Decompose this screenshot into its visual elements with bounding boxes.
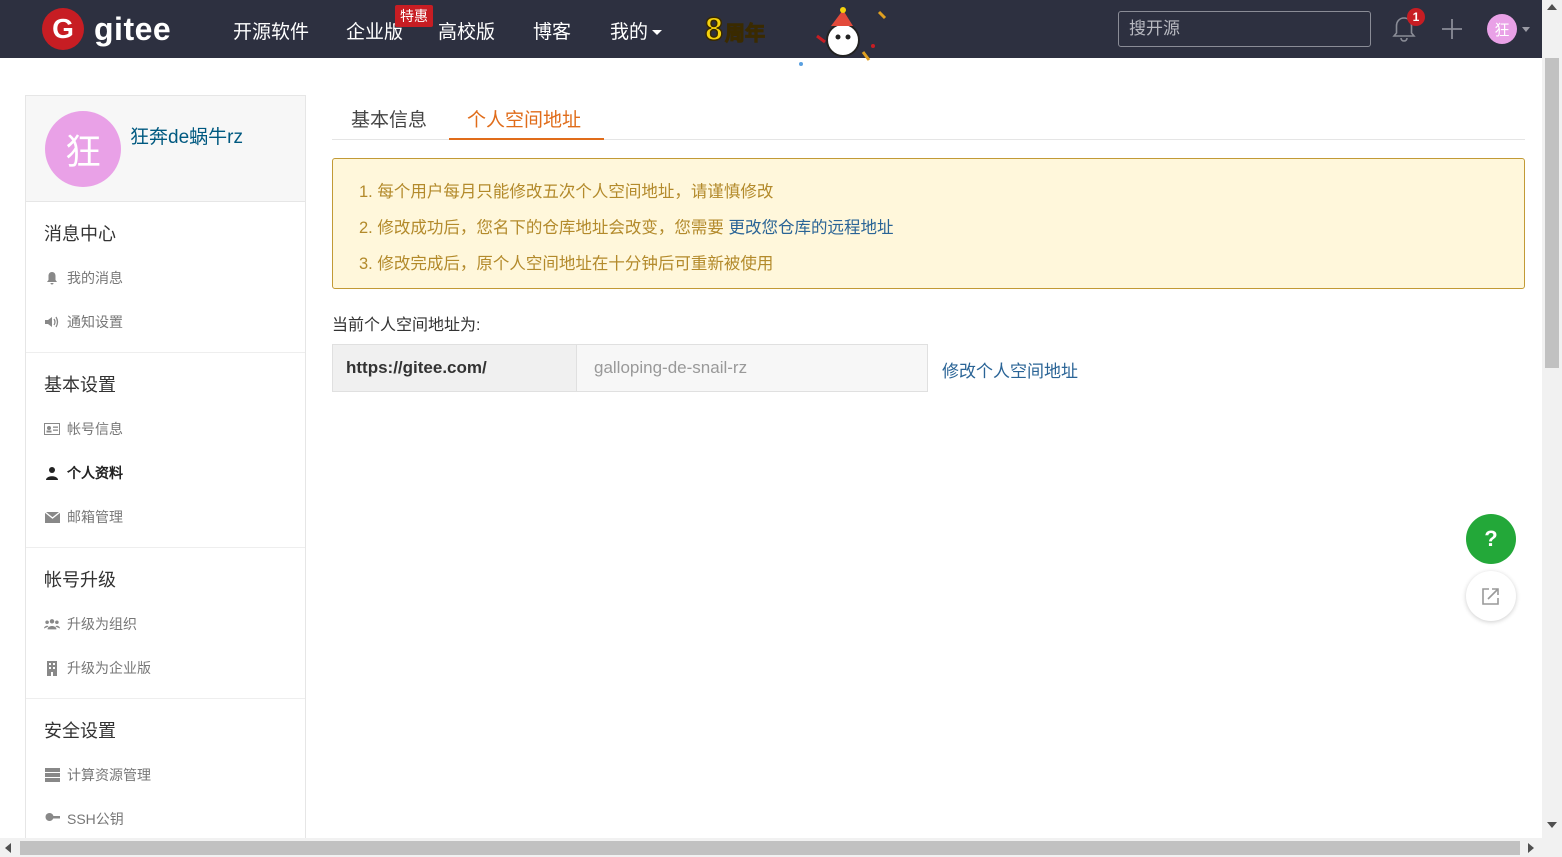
sidebar-item-account-info[interactable]: 帐号信息: [26, 407, 305, 451]
volume-icon: [44, 315, 60, 329]
gitee-logo[interactable]: G gitee: [42, 8, 171, 50]
sidebar-item-compute-resources[interactable]: 计算资源管理: [26, 753, 305, 797]
tab-space-address[interactable]: 个人空间地址: [467, 105, 581, 132]
group-messages: 消息中心 我的消息 通知设置: [26, 202, 305, 353]
group-title: 基本设置: [44, 375, 116, 395]
horizontal-scrollbar-thumb[interactable]: [20, 841, 1520, 855]
scroll-left-arrow-icon[interactable]: [5, 843, 11, 853]
sidebar-item-label: 计算资源管理: [67, 767, 151, 783]
sidebar-item-label: 我的消息: [67, 270, 123, 286]
search-input[interactable]: [1118, 11, 1371, 47]
current-address-label: 当前个人空间地址为:: [332, 317, 481, 334]
key-icon: [44, 812, 60, 826]
avatar[interactable]: 狂: [45, 111, 121, 187]
group-basic: 基本设置 帐号信息 个人资料 邮箱管理: [26, 353, 305, 548]
envelope-icon: [44, 510, 60, 524]
group-upgrade: 帐号升级 升级为组织 升级为企业版: [26, 548, 305, 699]
id-card-icon: [44, 422, 60, 436]
user-avatar[interactable]: 狂: [1487, 14, 1517, 44]
sidebar-item-ssh-keys[interactable]: SSH公钥: [26, 797, 305, 838]
settings-tabs: 基本信息 个人空间地址: [332, 96, 1525, 140]
user-icon: [44, 466, 60, 480]
chevron-down-icon: [652, 30, 663, 36]
warning-notice: 1. 每个用户每月只能修改五次个人空间地址，请谨慎修改 2. 修改成功后，您名下…: [332, 158, 1525, 289]
active-tab-indicator: [449, 138, 604, 140]
notice-line-2: 2. 修改成功后，您名下的仓库地址会改变，您需要 更改您仓库的远程地址: [359, 214, 1524, 250]
scroll-down-arrow-icon[interactable]: [1547, 822, 1557, 828]
logo-text: gitee: [94, 10, 172, 47]
top-navbar: G gitee 开源软件 企业版 特惠 高校版 博客 我的 8 周年 1 狂: [0, 0, 1542, 66]
nav-blog[interactable]: 博客: [533, 17, 571, 44]
notice-line-1: 1. 每个用户每月只能修改五次个人空间地址，请谨慎修改: [359, 183, 774, 201]
plus-icon[interactable]: [1440, 17, 1464, 41]
notice-line-2-text: 2. 修改成功后，您名下的仓库地址会改变，您需要: [359, 219, 729, 237]
sidebar-item-label: 升级为组织: [67, 616, 137, 632]
group-security: 安全设置 计算资源管理 SSH公钥: [26, 699, 305, 838]
group-title: 安全设置: [44, 721, 116, 741]
scroll-right-arrow-icon[interactable]: [1528, 843, 1534, 853]
users-icon: [44, 617, 60, 631]
nav-open-source[interactable]: 开源软件: [233, 17, 309, 44]
share-icon: [1482, 588, 1499, 605]
profile-card: 狂 狂奔de蜗牛rz: [26, 96, 305, 202]
server-icon: [44, 768, 60, 782]
sidebar-item-upgrade-enterprise[interactable]: 升级为企业版: [26, 646, 305, 690]
logo-icon: G: [42, 8, 84, 50]
nav-mine[interactable]: 我的: [610, 17, 663, 44]
nav-mine-label: 我的: [610, 22, 649, 43]
hot-badge: 特惠: [395, 5, 433, 27]
group-title: 消息中心: [44, 224, 116, 244]
change-remote-link[interactable]: 更改您仓库的远程地址: [728, 219, 893, 237]
svg-text:周年: 周年: [725, 21, 765, 45]
chevron-down-icon[interactable]: [1522, 27, 1530, 32]
sidebar-item-upgrade-org[interactable]: 升级为组织: [26, 602, 305, 646]
sidebar-item-label: 个人资料: [67, 465, 123, 481]
notification-badge: 1: [1407, 8, 1425, 26]
address-input: galloping-de-snail-rz: [576, 345, 927, 391]
address-field: https://gitee.com/ galloping-de-snail-rz: [332, 344, 928, 392]
help-button[interactable]: ?: [1466, 514, 1516, 564]
anniversary-banner-icon[interactable]: 8 周年: [705, 6, 895, 66]
group-title: 帐号升级: [44, 570, 116, 590]
tab-basic-info[interactable]: 基本信息: [351, 105, 427, 132]
nav-education[interactable]: 高校版: [438, 17, 495, 44]
sidebar-item-label: 升级为企业版: [67, 660, 151, 676]
username-link[interactable]: 狂奔de蜗牛rz: [130, 122, 243, 149]
sidebar-item-email[interactable]: 邮箱管理: [26, 495, 305, 539]
building-icon: [44, 660, 60, 676]
sidebar-item-label: 邮箱管理: [67, 509, 123, 525]
sidebar-item-profile[interactable]: 个人资料: [26, 451, 305, 495]
scroll-up-arrow-icon[interactable]: [1547, 4, 1557, 10]
sidebar-item-label: 帐号信息: [67, 421, 123, 437]
address-prefix: https://gitee.com/: [333, 345, 576, 391]
vertical-scrollbar-thumb[interactable]: [1545, 58, 1559, 368]
sidebar-item-my-messages[interactable]: 我的消息: [26, 256, 305, 300]
bell-icon: [44, 271, 60, 285]
edit-address-link[interactable]: 修改个人空间地址: [942, 357, 1078, 382]
svg-text:8: 8: [705, 11, 723, 47]
share-button[interactable]: [1466, 571, 1516, 621]
sidebar-item-label: 通知设置: [67, 314, 123, 330]
settings-sidebar: 狂 狂奔de蜗牛rz 消息中心 我的消息 通知设置 基本设置 帐号信息 个人资料…: [25, 95, 306, 838]
sidebar-item-label: SSH公钥: [67, 811, 124, 827]
notice-line-3: 3. 修改完成后，原个人空间地址在十分钟后可重新被使用: [359, 255, 774, 273]
sidebar-item-notify-settings[interactable]: 通知设置: [26, 300, 305, 344]
